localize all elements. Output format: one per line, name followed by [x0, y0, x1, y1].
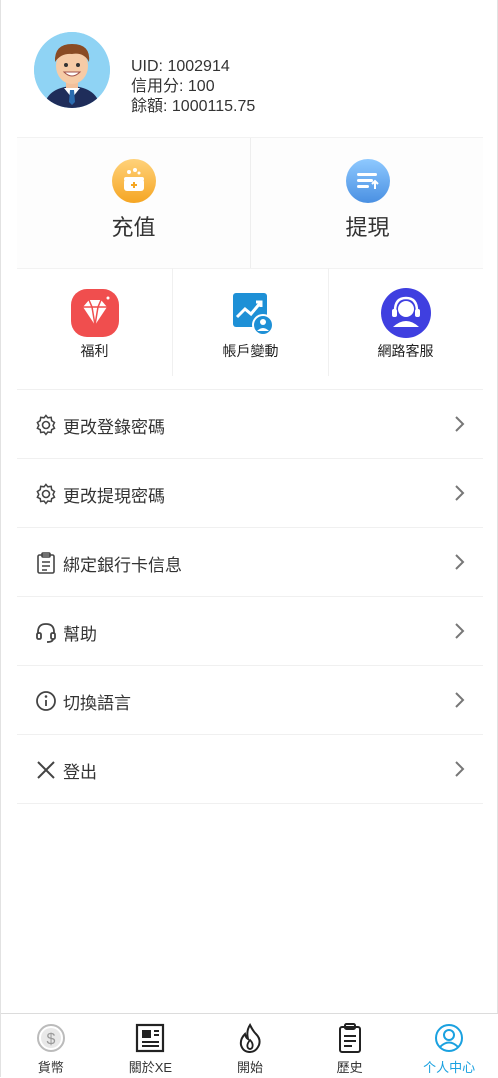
- clipboard-icon: [35, 552, 57, 574]
- withdraw-button[interactable]: 提現: [251, 138, 484, 268]
- settings-menu: 更改登錄密碼 更改提現密碼 綁定銀行卡信息 幫助 切換語言 登出: [17, 389, 483, 804]
- tab-currency[interactable]: $ 貨幣: [1, 1014, 101, 1078]
- uid-text: UID: 1002914: [131, 58, 230, 75]
- profile-header: UID: 1002914 信用分: 100 餘額: 1000115.75: [1, 0, 498, 137]
- chevron-right-icon: [453, 691, 465, 709]
- gear-icon: [35, 483, 57, 505]
- user-icon: [433, 1022, 465, 1054]
- gear-icon: [35, 414, 57, 436]
- menu-change-login-password[interactable]: 更改登錄密碼: [17, 389, 483, 458]
- menu-label: 綁定銀行卡信息: [63, 556, 182, 575]
- withdraw-icon: [345, 159, 390, 203]
- menu-switch-language[interactable]: 切換語言: [17, 665, 483, 734]
- diamond-icon: [69, 287, 121, 339]
- tab-start[interactable]: 開始: [200, 1014, 300, 1078]
- svg-text:$: $: [46, 1031, 55, 1048]
- menu-label: 更改提現密碼: [63, 487, 165, 506]
- tab-label: 貨幣: [37, 1060, 64, 1075]
- profile-info: UID: 1002914 信用分: 100 餘額: 1000115.75: [131, 57, 255, 117]
- close-icon: [35, 759, 57, 781]
- action-cards: 充值 提現: [17, 137, 483, 269]
- tab-label: 關於XE: [128, 1060, 173, 1075]
- clipboard-icon: [334, 1022, 366, 1054]
- chevron-right-icon: [453, 622, 465, 640]
- bottom-tab-bar: $ 貨幣 關於XE 開始 歷史 个人中心: [1, 1013, 498, 1078]
- menu-label: 登出: [63, 763, 97, 782]
- customer-service-icon: [380, 287, 432, 339]
- welfare-button[interactable]: 福利: [17, 268, 173, 376]
- menu-label: 更改登錄密碼: [63, 418, 165, 437]
- deposit-button[interactable]: 充值: [17, 138, 251, 268]
- chevron-right-icon: [453, 484, 465, 502]
- avatar[interactable]: [34, 32, 110, 108]
- deposit-label: 充值: [111, 215, 156, 240]
- balance-text: 餘額: 1000115.75: [131, 98, 256, 115]
- welfare-label: 福利: [80, 343, 109, 359]
- account-changes-button[interactable]: 帳戶變動: [173, 268, 329, 376]
- tab-about-xe[interactable]: 關於XE: [101, 1014, 201, 1078]
- flame-icon: [234, 1022, 266, 1054]
- customer-service-label: 網路客服: [377, 343, 434, 359]
- customer-service-button[interactable]: 網路客服: [328, 268, 483, 376]
- tab-personal-center[interactable]: 个人中心: [399, 1014, 498, 1078]
- chevron-right-icon: [453, 553, 465, 571]
- menu-label: 幫助: [63, 625, 97, 644]
- menu-help[interactable]: 幫助: [17, 596, 483, 665]
- chevron-right-icon: [453, 760, 465, 778]
- withdraw-label: 提現: [345, 215, 390, 240]
- personal-center-page: UID: 1002914 信用分: 100 餘額: 1000115.75 充值: [0, 0, 498, 1078]
- deposit-icon: [111, 159, 156, 203]
- account-chart-icon: [225, 287, 277, 339]
- tab-label: 開始: [236, 1060, 263, 1075]
- chevron-right-icon: [453, 415, 465, 433]
- headset-icon: [35, 621, 57, 643]
- menu-bind-bank-card[interactable]: 綁定銀行卡信息: [17, 527, 483, 596]
- dollar-icon: $: [35, 1022, 67, 1054]
- menu-label: 切換語言: [63, 694, 131, 713]
- quick-entries: 福利 帳戶變動 網路客服: [17, 268, 483, 376]
- info-icon: [35, 690, 57, 712]
- tab-label: 歷史: [336, 1060, 363, 1075]
- menu-change-withdraw-password[interactable]: 更改提現密碼: [17, 458, 483, 527]
- credit-text: 信用分: 100: [131, 78, 215, 95]
- menu-logout[interactable]: 登出: [17, 734, 483, 804]
- news-icon: [134, 1022, 166, 1054]
- tab-label: 个人中心: [423, 1060, 476, 1075]
- account-changes-label: 帳戶變動: [222, 343, 279, 359]
- tab-history[interactable]: 歷史: [300, 1014, 400, 1078]
